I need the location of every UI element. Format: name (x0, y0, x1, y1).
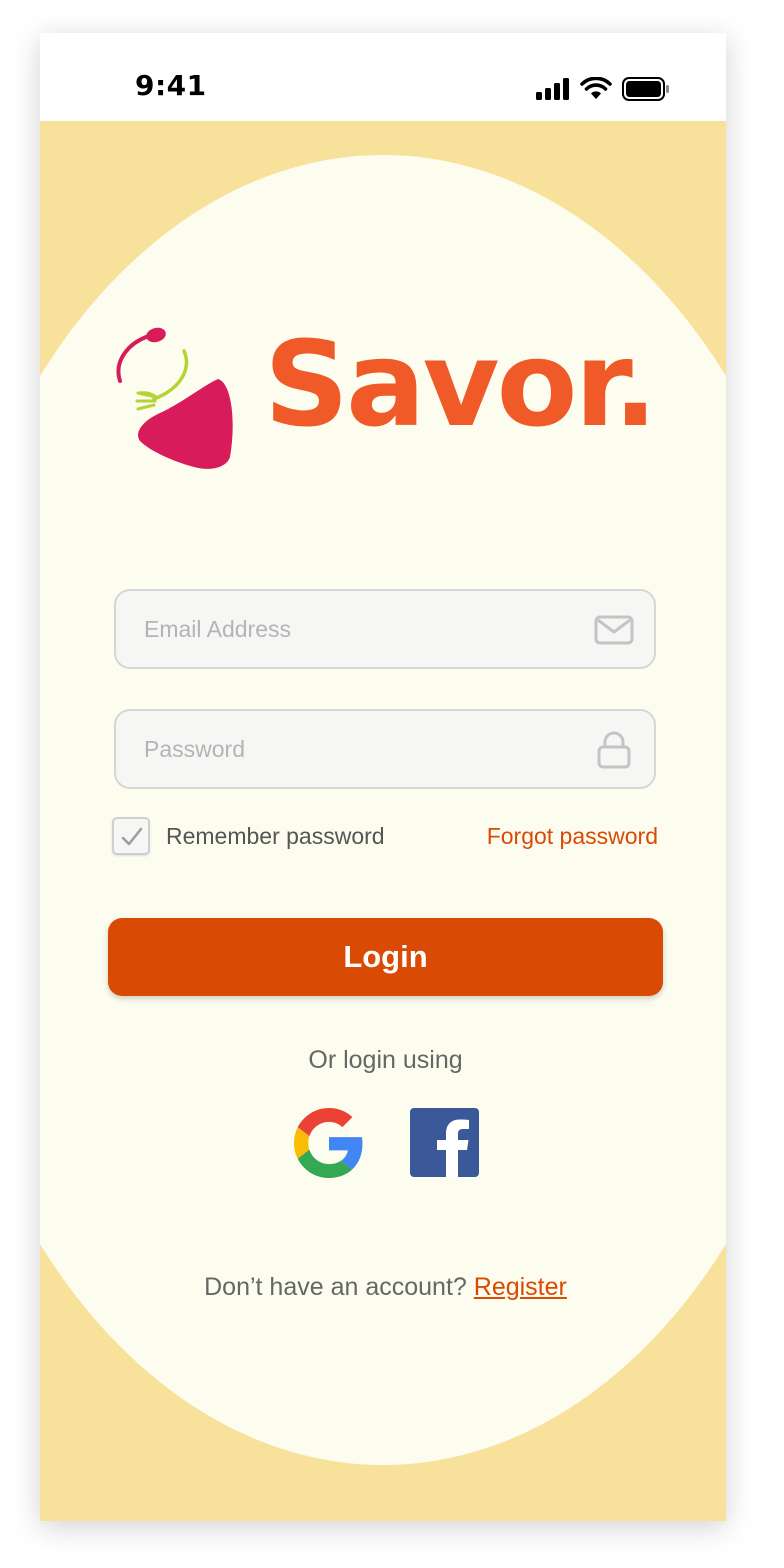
remember-label: Remember password (166, 823, 385, 849)
cellular-signal-icon (536, 78, 569, 100)
battery-icon (622, 77, 669, 101)
signup-prompt: Don’t have an account? (204, 1273, 474, 1301)
facebook-login-button[interactable] (410, 1108, 479, 1177)
lock-icon (597, 731, 631, 769)
remember-forgot-row: Remember password Forgot password (112, 817, 658, 859)
register-link[interactable]: Register (474, 1273, 567, 1301)
email-field[interactable] (114, 589, 656, 669)
brand-name: Savor. (264, 315, 658, 453)
google-login-button[interactable] (294, 1108, 364, 1178)
savor-logo: Savor. (112, 315, 658, 483)
password-field[interactable] (114, 709, 656, 789)
social-login-prompt: Or login using (308, 1046, 463, 1074)
google-icon (294, 1108, 363, 1178)
signup-row: Don’t have an account? Register (40, 1273, 726, 1302)
status-bar: 9:41 (40, 33, 726, 121)
checkmark-icon (121, 827, 143, 846)
facebook-icon (437, 1119, 469, 1177)
status-icons (536, 77, 670, 101)
login-screen: Savor. Remember password Forgot pa (40, 33, 726, 1521)
envelope-icon (594, 615, 634, 645)
bowl-with-spoon-and-fork-logo (116, 327, 233, 469)
remember-checkbox[interactable] (112, 817, 150, 855)
phone-screen: 9:41 Savor. Email Address Remember passw… (40, 33, 726, 1521)
email-input[interactable] (144, 591, 564, 667)
wifi-icon (580, 77, 612, 99)
status-time: 9:41 (135, 69, 207, 102)
password-input[interactable] (144, 711, 564, 787)
login-button[interactable]: Login (108, 918, 663, 996)
forgot-password-link[interactable]: Forgot password (487, 823, 658, 850)
